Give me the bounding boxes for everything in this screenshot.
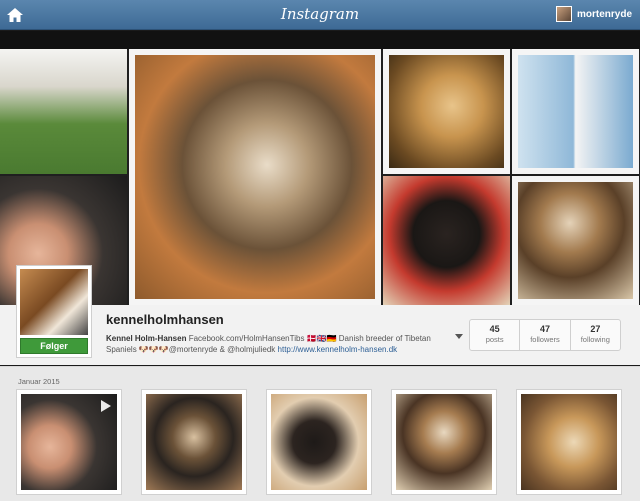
stat-followers-value: 47 [539, 324, 550, 334]
collage-photo[interactable] [512, 49, 639, 174]
user-menu[interactable]: mortenryde [555, 6, 632, 22]
feed-thumbnail[interactable] [141, 389, 247, 495]
collage-photo[interactable] [383, 49, 510, 174]
collage-photo[interactable] [0, 49, 127, 174]
feed-thumbnail[interactable] [16, 389, 122, 495]
feed-thumbnail[interactable] [266, 389, 372, 495]
stat-posts[interactable]: 45 posts [470, 320, 521, 350]
bio-link[interactable]: http://www.kennelholm-hansen.dk [278, 345, 398, 354]
stat-followers[interactable]: 47 followers [520, 320, 571, 350]
month-label: Januar 2015 [18, 377, 60, 386]
stat-followers-label: followers [530, 335, 560, 344]
stat-following-value: 27 [590, 324, 601, 334]
profile-avatar-card: Følger [16, 265, 92, 358]
instagram-logo[interactable]: Instagram [0, 5, 640, 23]
header-spacer [0, 31, 640, 49]
feed-thumbnail[interactable] [516, 389, 622, 495]
profile-collage [0, 49, 640, 305]
profile-avatar[interactable] [20, 269, 88, 335]
feed-thumbnail[interactable] [391, 389, 497, 495]
collage-photo[interactable] [512, 176, 639, 305]
stat-posts-label: posts [485, 335, 504, 344]
chevron-down-icon[interactable] [455, 334, 463, 339]
follow-button[interactable]: Følger [20, 338, 88, 354]
collage-photo[interactable] [383, 176, 510, 305]
stat-following-label: following [580, 335, 610, 344]
profile-bio: Kennel Holm-Hansen Facebook.com/HolmHans… [106, 333, 444, 355]
bio-name: Kennel Holm-Hansen [106, 334, 187, 343]
top-bar: Instagram mortenryde [0, 0, 640, 30]
profile-username: kennelholmhansen [106, 312, 224, 327]
stat-posts-value: 45 [489, 324, 500, 334]
header-username: mortenryde [576, 8, 632, 20]
user-avatar [555, 6, 572, 22]
play-icon [101, 400, 111, 412]
profile-stats: 45 posts 47 followers 27 following [469, 319, 621, 351]
stat-following[interactable]: 27 following [571, 320, 620, 350]
collage-photo-featured[interactable] [129, 49, 381, 305]
